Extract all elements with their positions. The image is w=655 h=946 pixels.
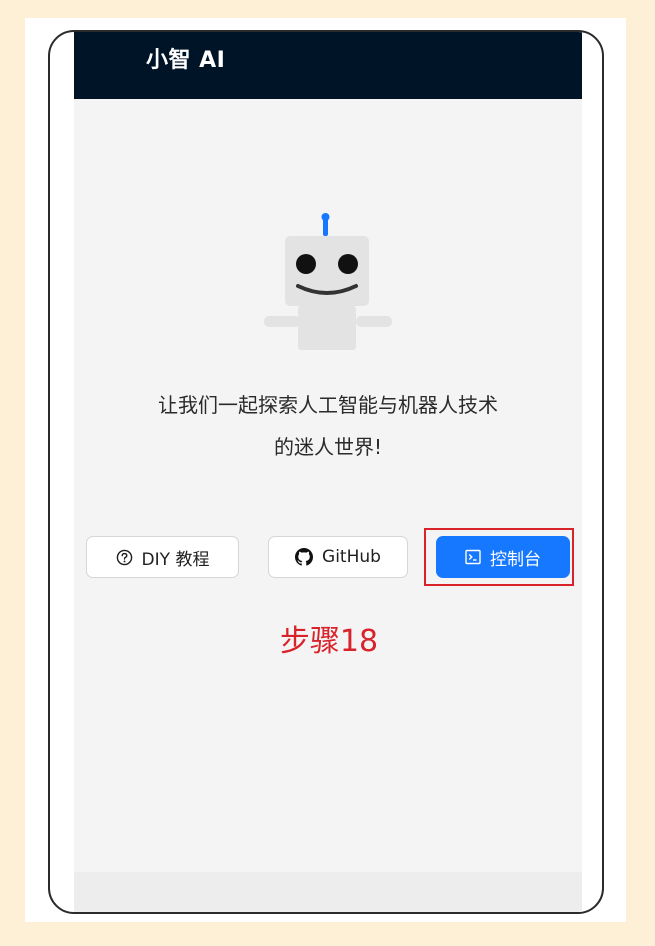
tagline-line-1: 让我们一起探索人工智能与机器人技术 (158, 393, 498, 417)
step-annotation: 步骤18 (279, 624, 379, 659)
app-title: 小智 AI (146, 48, 226, 73)
console-highlight-box (424, 528, 574, 586)
tagline: 让我们一起探索人工智能与机器人技术 的迷人世界! (74, 384, 582, 468)
bottom-strip (74, 872, 582, 912)
question-circle-icon (116, 549, 133, 566)
github-label: GitHub (322, 547, 381, 567)
top-bar: 小智 AI (74, 32, 582, 99)
diy-tutorial-label: DIY 教程 (141, 549, 210, 570)
phone-frame: 小智 AI 让我们一起探索人工智能与机器人技术 的迷人世界! DIY 教程 Gi… (48, 30, 604, 914)
github-icon (295, 548, 314, 566)
robot-icon (264, 213, 392, 350)
app-screen: 小智 AI 让我们一起探索人工智能与机器人技术 的迷人世界! DIY 教程 Gi… (74, 32, 582, 912)
tagline-line-2: 的迷人世界! (273, 435, 383, 459)
diy-tutorial-button[interactable]: DIY 教程 (86, 536, 239, 578)
github-button[interactable]: GitHub (268, 536, 408, 578)
